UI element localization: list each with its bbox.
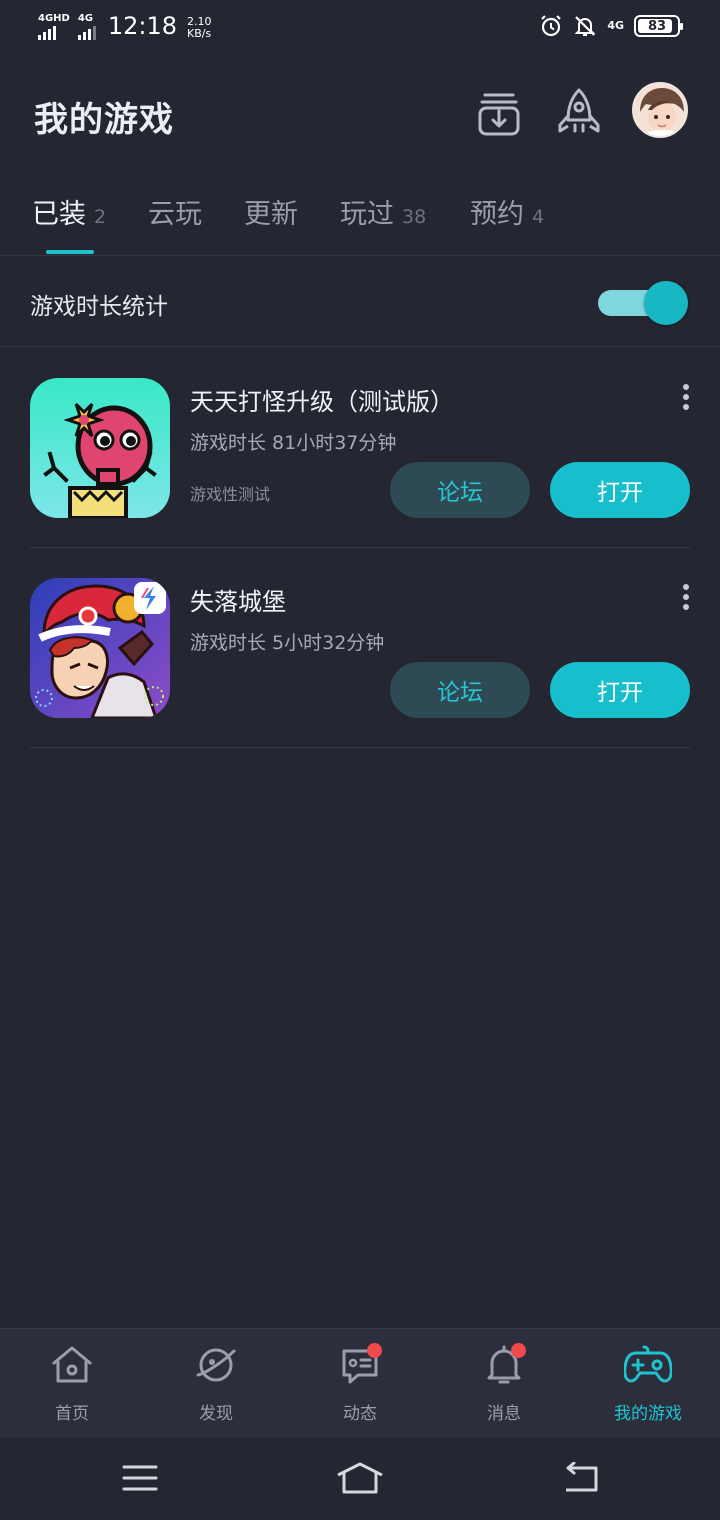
nav-item-messages[interactable]: 消息 xyxy=(432,1341,576,1431)
tab-bar: 已装 2 云玩 更新 玩过 38 预约 4 xyxy=(0,188,720,256)
tab-played[interactable]: 玩过 38 xyxy=(340,192,426,231)
my-games-screen: 4GHD 4G 12:18 2.10 KB/s 4G 83 我的游戏 已装 2 … xyxy=(0,0,720,1520)
tab-cloud-play[interactable]: 云玩 xyxy=(148,192,202,231)
lost-castle-character-image xyxy=(30,578,170,718)
signal-bars-icon xyxy=(77,26,96,40)
signal-bars-icon xyxy=(38,26,56,40)
pixel-monster-image xyxy=(30,378,170,518)
planet-icon xyxy=(192,1341,240,1389)
gamepad-icon xyxy=(624,1341,672,1389)
nav-label: 我的游戏 xyxy=(614,1404,682,1424)
home-icon xyxy=(48,1341,96,1389)
notification-badge xyxy=(367,1343,382,1358)
game-playtime: 游戏时长 5小时32分钟 xyxy=(190,632,385,654)
signal-1: 4GHD xyxy=(38,14,70,40)
nav-item-feed[interactable]: 动态 xyxy=(288,1341,432,1431)
nav-item-discover[interactable]: 发现 xyxy=(144,1341,288,1431)
battery-level: 83 xyxy=(647,18,667,34)
playtime-stats-toggle[interactable] xyxy=(598,281,688,325)
user-avatar[interactable] xyxy=(632,82,688,138)
clock: 12:18 xyxy=(107,12,178,40)
status-left: 4GHD 4G 12:18 2.10 KB/s xyxy=(38,12,212,40)
back-icon xyxy=(566,1462,598,1492)
home-outline-icon xyxy=(337,1462,383,1494)
open-button[interactable]: 打开 xyxy=(550,462,690,518)
signal-1-label: 4GHD xyxy=(38,13,70,24)
chat-icon xyxy=(336,1341,384,1389)
more-options-icon[interactable] xyxy=(676,584,696,610)
avatar-image xyxy=(634,84,686,136)
tab-label: 云玩 xyxy=(148,199,202,230)
tab-label: 玩过 xyxy=(340,199,394,230)
game-name: 失落城堡 xyxy=(190,588,286,616)
bell-muted-icon xyxy=(574,16,596,36)
network-type: 4G xyxy=(607,19,624,32)
tab-count: 4 xyxy=(532,206,545,228)
signal-2-label: 4G xyxy=(77,13,94,24)
nav-label: 首页 xyxy=(55,1404,89,1424)
back-button[interactable] xyxy=(550,1458,610,1498)
nav-label: 动态 xyxy=(343,1404,377,1424)
more-options-icon[interactable] xyxy=(676,384,696,410)
game-card[interactable]: 天天打怪升级（测试版） 游戏时长 81小时37分钟 游戏性测试 论坛 打开 xyxy=(30,378,690,548)
notification-badge xyxy=(511,1343,526,1358)
nav-label: 发现 xyxy=(199,1404,233,1424)
rate-unit: KB/s xyxy=(187,27,212,40)
game-tag: 游戏性测试 xyxy=(190,485,271,504)
alarm-icon xyxy=(541,15,562,37)
rocket-icon xyxy=(558,88,600,133)
nav-label: 消息 xyxy=(487,1404,521,1424)
game-icon[interactable] xyxy=(30,378,170,518)
game-card[interactable]: 失落城堡 游戏时长 5小时32分钟 论坛 打开 xyxy=(30,578,690,748)
battery-icon: 83 xyxy=(634,15,683,37)
download-manager-button[interactable] xyxy=(474,86,524,140)
forum-button[interactable]: 论坛 xyxy=(390,462,530,518)
forum-button[interactable]: 论坛 xyxy=(390,662,530,718)
open-button[interactable]: 打开 xyxy=(550,662,690,718)
home-button[interactable] xyxy=(330,1458,390,1498)
bottom-navigation: 首页 发现 动态 消息 我的游戏 xyxy=(0,1328,720,1438)
playtime-stats-label: 游戏时长统计 xyxy=(30,294,168,320)
status-right: 4G 83 xyxy=(539,14,683,38)
tab-reserved[interactable]: 预约 4 xyxy=(470,192,544,231)
game-icon[interactable] xyxy=(30,578,170,718)
tab-installed[interactable]: 已装 2 xyxy=(32,192,106,231)
tab-updates[interactable]: 更新 xyxy=(244,192,298,231)
game-name: 天天打怪升级（测试版） xyxy=(190,388,454,416)
tab-count: 38 xyxy=(402,206,427,228)
system-navigation-bar xyxy=(0,1438,720,1520)
menu-icon xyxy=(122,1465,158,1491)
network-rate: 2.10 KB/s xyxy=(187,16,212,40)
toggle-knob xyxy=(644,281,688,325)
playtime-stats-row: 游戏时长统计 xyxy=(0,257,720,347)
active-tab-indicator xyxy=(46,250,94,254)
accelerate-button[interactable] xyxy=(554,86,604,140)
menu-button[interactable] xyxy=(110,1458,170,1498)
tab-label: 预约 xyxy=(470,199,524,230)
page-title: 我的游戏 xyxy=(34,100,174,140)
status-bar: 4GHD 4G 12:18 2.10 KB/s 4G 83 xyxy=(0,0,720,56)
nav-item-home[interactable]: 首页 xyxy=(0,1341,144,1431)
signal-2: 4G xyxy=(77,13,96,40)
tab-label: 已装 xyxy=(32,199,86,230)
download-tray-icon xyxy=(478,93,520,136)
tab-label: 更新 xyxy=(244,199,298,230)
bell-icon xyxy=(480,1341,528,1389)
nav-item-my-games[interactable]: 我的游戏 xyxy=(576,1341,720,1431)
game-playtime: 游戏时长 81小时37分钟 xyxy=(190,432,397,454)
tab-count: 2 xyxy=(94,206,107,228)
